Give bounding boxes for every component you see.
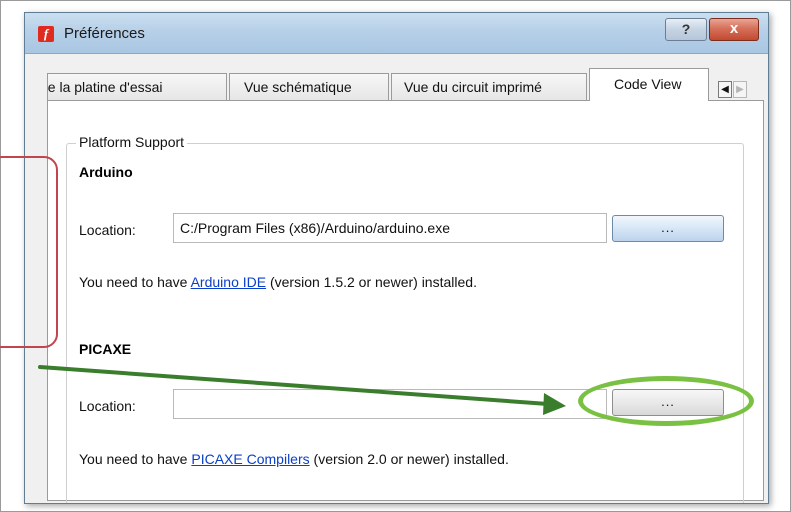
platform-support-groupbox <box>66 143 744 503</box>
title-bar[interactable]: f Préférences ? x <box>25 13 768 54</box>
annotation-red-bracket <box>0 156 58 348</box>
arduino-requirement-note: You need to have Arduino IDE (version 1.… <box>79 274 477 290</box>
arduino-ide-link[interactable]: Arduino IDE <box>191 274 266 290</box>
arduino-location-input[interactable] <box>173 213 607 243</box>
tab-breadboard-view[interactable]: de la platine d'essai <box>47 73 227 100</box>
arduino-browse-button[interactable]: ... <box>612 215 724 242</box>
picaxe-compilers-link[interactable]: PICAXE Compilers <box>191 451 309 467</box>
picaxe-requirement-note: You need to have PICAXE Compilers (versi… <box>79 451 509 467</box>
tab-code-view[interactable]: Code View <box>589 68 709 101</box>
annotation-green-ellipse <box>578 376 754 426</box>
tab-schematic-view[interactable]: Vue schématique <box>229 73 389 100</box>
tab-scroll-right-icon[interactable]: ▶ <box>733 81 747 98</box>
group-title: Platform Support <box>76 134 188 150</box>
window-title: Préférences <box>64 25 145 42</box>
arduino-heading: Arduino <box>79 164 133 180</box>
tab-label: Vue du circuit imprimé <box>404 79 542 95</box>
close-button[interactable]: x <box>709 18 759 41</box>
tab-pcb-view[interactable]: Vue du circuit imprimé <box>391 73 587 100</box>
note-prefix: You need to have <box>79 274 191 290</box>
tab-label: Vue schématique <box>244 79 352 95</box>
fritzing-app-icon: f <box>38 26 54 42</box>
note-suffix: (version 2.0 or newer) installed. <box>309 451 509 467</box>
picaxe-heading: PICAXE <box>79 341 132 357</box>
tab-scroll-left-icon[interactable]: ◀ <box>718 81 732 98</box>
note-suffix: (version 1.5.2 or newer) installed. <box>266 274 477 290</box>
tab-label: Code View <box>614 76 682 92</box>
tab-label: de la platine d'essai <box>47 79 163 95</box>
picaxe-location-label: Location: <box>79 398 136 414</box>
picaxe-location-input[interactable] <box>173 389 607 419</box>
note-prefix: You need to have <box>79 451 192 467</box>
help-button[interactable]: ? <box>665 18 707 41</box>
arduino-location-label: Location: <box>79 222 136 238</box>
